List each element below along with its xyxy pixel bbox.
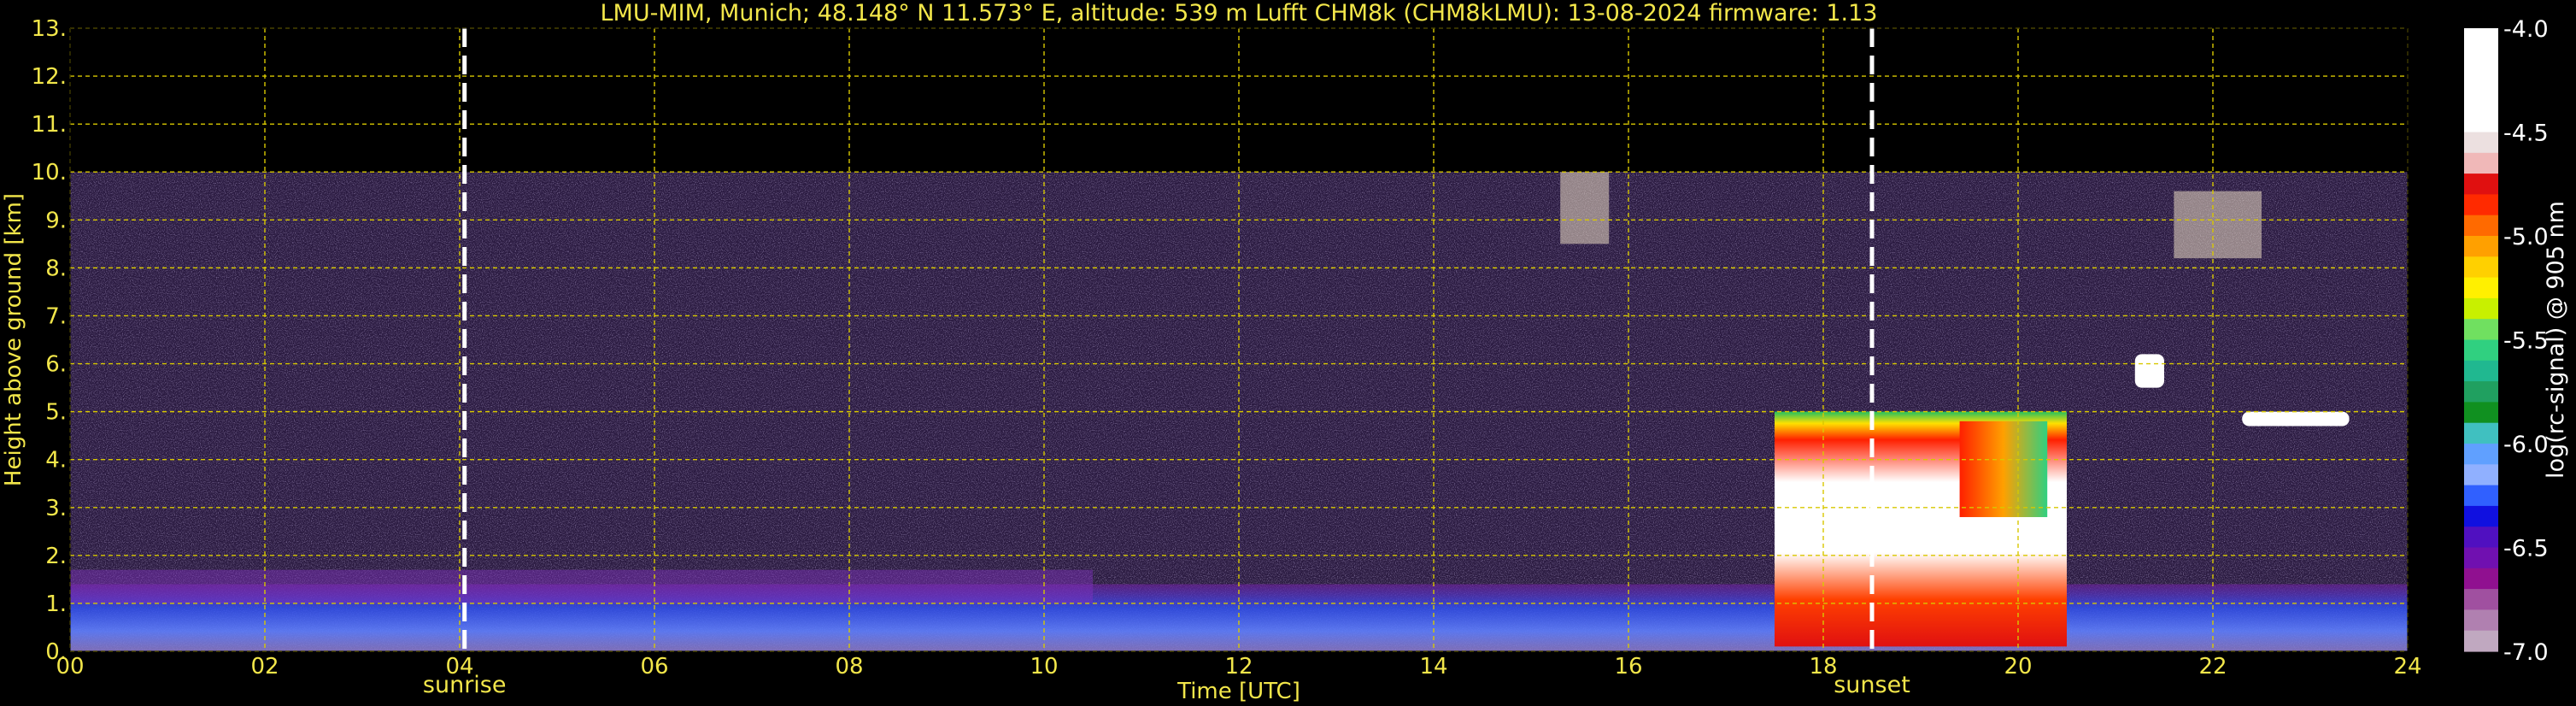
feature-residual-layer bbox=[70, 569, 1093, 603]
x-tick-label: 02 bbox=[250, 654, 279, 680]
colorbar-tick-label: -5.0 bbox=[2503, 224, 2549, 250]
colorbar-segment bbox=[2464, 547, 2498, 569]
sunset-label: sunset bbox=[1834, 672, 1910, 698]
colorbar-tick-label: -7.0 bbox=[2503, 639, 2549, 666]
sunrise-label: sunrise bbox=[423, 672, 507, 698]
colorbar-segment bbox=[2464, 630, 2498, 652]
feature-cirrus-15h bbox=[1560, 172, 1610, 244]
y-tick-label: 2. bbox=[45, 544, 67, 569]
colorbar-segment bbox=[2464, 485, 2498, 507]
colorbar-segment bbox=[2464, 505, 2498, 527]
colorbar-tick-labels: -4.0 -4.5 -5.0 -5.5 -6.0 -6.5 -7.0 bbox=[2503, 16, 2549, 666]
colorbar-segment bbox=[2464, 381, 2498, 403]
colorbar-segment bbox=[2464, 28, 2498, 50]
colorbar-segment bbox=[2464, 464, 2498, 486]
y-tick-label: 3. bbox=[45, 496, 67, 521]
colorbar-segment bbox=[2464, 360, 2498, 382]
colorbar-segment bbox=[2464, 402, 2498, 424]
feature-high-cloud-22h bbox=[2242, 411, 2350, 427]
colorbar-segment bbox=[2464, 132, 2498, 154]
y-tick-label: 13. bbox=[32, 16, 67, 42]
x-tick-label: 12 bbox=[1224, 654, 1253, 680]
colorbar bbox=[2464, 28, 2498, 652]
y-tick-label: 9. bbox=[45, 208, 67, 233]
y-tick-label: 11. bbox=[32, 112, 67, 138]
feature-high-cloud-21h bbox=[2134, 354, 2164, 388]
x-tick-label: 10 bbox=[1030, 654, 1058, 680]
y-tick-label: 8. bbox=[45, 256, 67, 281]
plot-area bbox=[69, 27, 2409, 652]
colorbar-segment bbox=[2464, 49, 2498, 71]
x-tick-label: 06 bbox=[640, 654, 668, 680]
colorbar-segment bbox=[2464, 152, 2498, 174]
colorbar-segment bbox=[2464, 277, 2498, 299]
colorbar-segment bbox=[2464, 69, 2498, 91]
y-tick-labels: 0.1.2.3.4.5.6.7.8.9.10.11.12.13. bbox=[32, 16, 67, 665]
x-tick-label: 22 bbox=[2198, 654, 2227, 680]
colorbar-segment bbox=[2464, 339, 2498, 362]
y-tick-label: 6. bbox=[45, 352, 67, 378]
colorbar-segment bbox=[2464, 111, 2498, 133]
y-tick-label: 1. bbox=[45, 591, 67, 617]
colorbar-tick-label: -4.0 bbox=[2503, 16, 2549, 43]
colorbar-tick-label: -4.5 bbox=[2503, 121, 2549, 147]
x-tick-label: 20 bbox=[2004, 654, 2032, 680]
colorbar-tick-label: -6.0 bbox=[2503, 432, 2549, 458]
feature-cirrus-22h bbox=[2174, 191, 2262, 259]
colorbar-segment bbox=[2464, 568, 2498, 590]
y-tick-label: 12. bbox=[32, 64, 67, 90]
colorbar-segment bbox=[2464, 90, 2498, 112]
ceilometer-chart: 0.1.2.3.4.5.6.7.8.9.10.11.12.13. 00 02 04 0… bbox=[1, 0, 2569, 704]
y-tick-label: 4. bbox=[45, 448, 67, 474]
colorbar-segment bbox=[2464, 194, 2498, 216]
x-tick-labels: 00 02 04 06 08 10 12 14 16 18 20 22 24 bbox=[56, 654, 2421, 680]
x-tick-label: 00 bbox=[56, 654, 84, 680]
colorbar-segment bbox=[2464, 589, 2498, 610]
colorbar-segment bbox=[2464, 319, 2498, 341]
colorbar-segment bbox=[2464, 297, 2498, 320]
colorbar-segment bbox=[2464, 422, 2498, 444]
colorbar-segment bbox=[2464, 444, 2498, 465]
colorbar-segment bbox=[2464, 527, 2498, 549]
colorbar-tick-label: -6.5 bbox=[2503, 536, 2549, 562]
y-tick-label: 7. bbox=[45, 303, 67, 329]
colorbar-label: log(rc-signal) @ 905 nm bbox=[2543, 201, 2569, 479]
colorbar-segment bbox=[2464, 215, 2498, 237]
x-tick-label: 24 bbox=[2393, 654, 2421, 680]
x-axis-label: Time [UTC] bbox=[1177, 679, 1300, 704]
y-axis-label: Height above ground [km] bbox=[1, 193, 26, 486]
colorbar-segment bbox=[2464, 174, 2498, 195]
feature-cloud-19-20h bbox=[1959, 421, 2048, 517]
x-tick-label: 08 bbox=[835, 654, 863, 680]
chart-title: LMU-MIM, Munich; 48.148° N 11.573° E, al… bbox=[601, 0, 1878, 26]
x-tick-label: 14 bbox=[1419, 654, 1447, 680]
y-tick-label: 5. bbox=[45, 400, 67, 426]
y-tick-label: 10. bbox=[32, 160, 67, 185]
colorbar-segment bbox=[2464, 236, 2498, 257]
x-tick-label: 16 bbox=[1614, 654, 1642, 680]
colorbar-segment bbox=[2464, 256, 2498, 279]
colorbar-segment bbox=[2464, 609, 2498, 632]
colorbar-tick-label: -5.5 bbox=[2503, 328, 2549, 355]
